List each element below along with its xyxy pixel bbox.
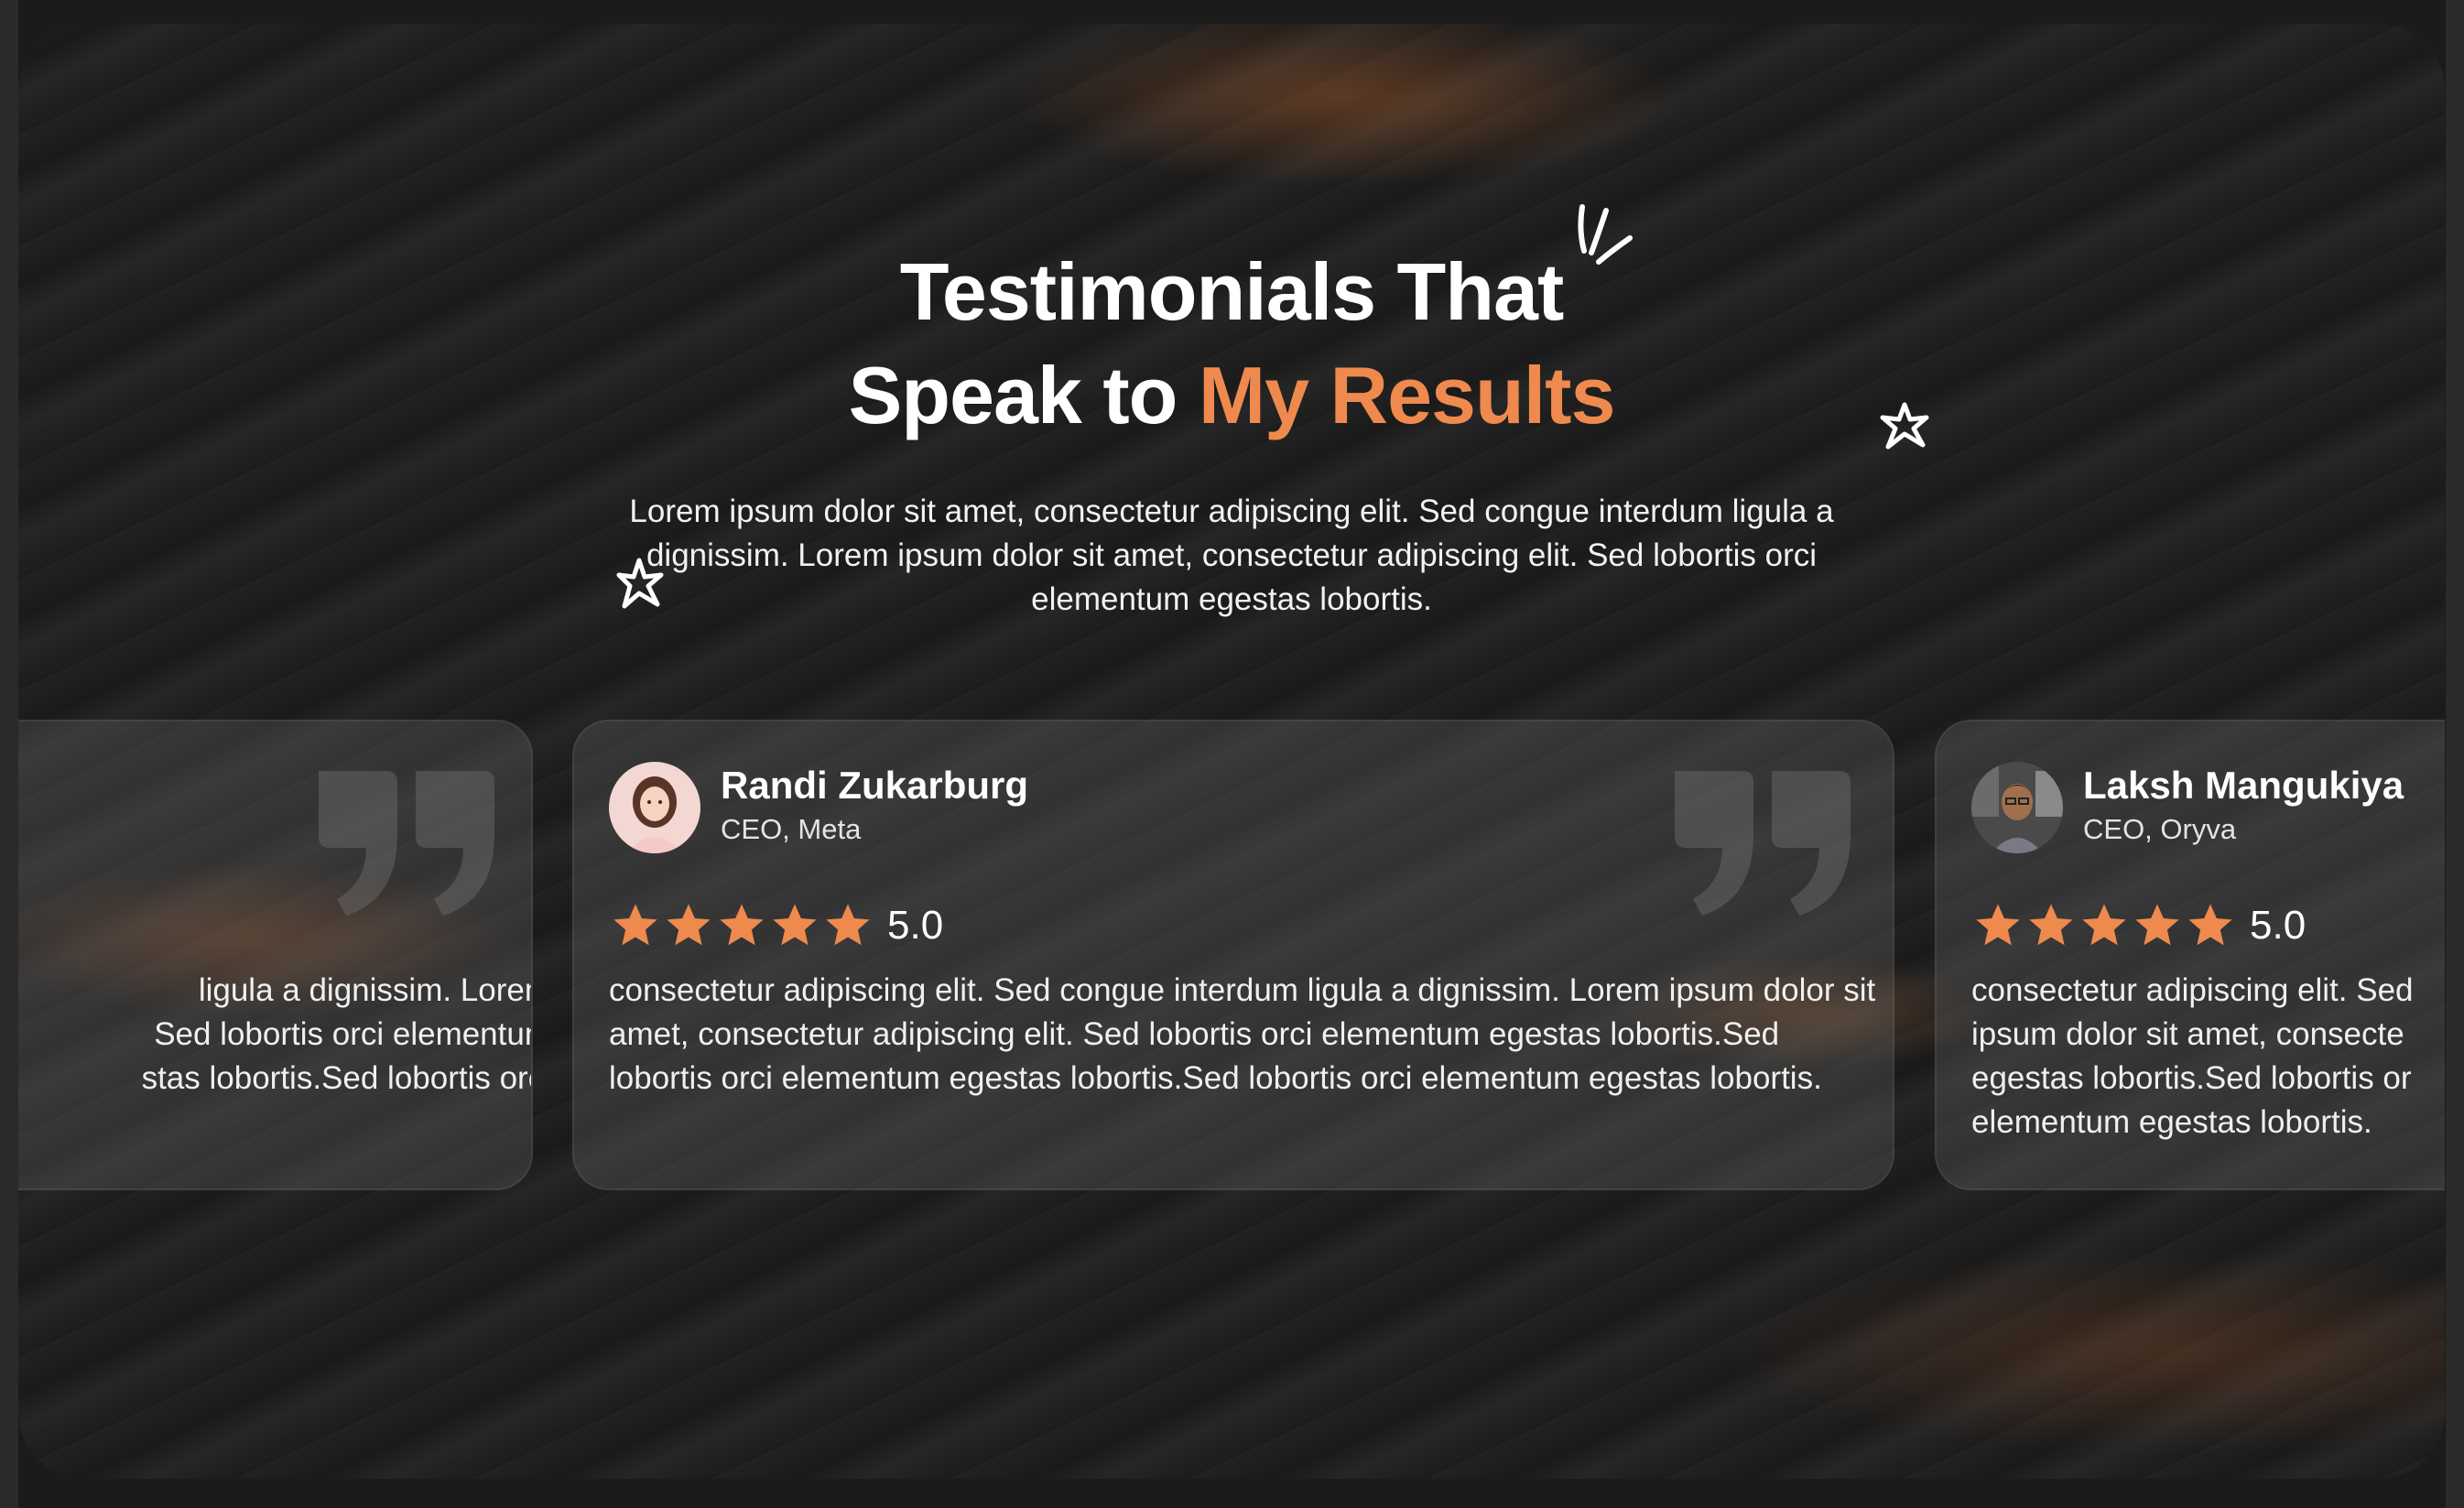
avatar — [609, 762, 700, 853]
right-window-edge — [2446, 0, 2464, 1508]
sparkle-star-icon — [1880, 402, 1929, 450]
star-icon — [2188, 904, 2232, 946]
reviewer-role: CEO, Meta — [721, 813, 862, 845]
woman-portrait-avatar-icon — [609, 762, 700, 853]
star-icon — [1976, 904, 2020, 946]
star-icon — [667, 904, 711, 946]
testimonial-card[interactable]: Randi Zukarburg CEO, Meta 5.0 consectetu… — [572, 720, 1894, 1190]
quote-mark-icon — [1675, 771, 1851, 916]
man-portrait-avatar-icon — [1971, 762, 2063, 853]
accent-lines-icon — [1578, 204, 1633, 265]
star-rating: 5.0 — [1971, 900, 2306, 951]
testimonial-card[interactable]: ligula a dignissim. Lorem Sed lobortis o… — [18, 720, 533, 1190]
testimonial-body: ligula a dignissim. Lorem Sed lobortis o… — [141, 972, 533, 1096]
reviewer-name: Randi Zukarburg — [721, 764, 1029, 807]
testimonials-section: Testimonials That Speak to My Results Lo… — [18, 24, 2445, 1479]
reviewer-role: CEO, Oryva — [2083, 813, 2237, 845]
rating-value: 5.0 — [887, 903, 944, 948]
star-icon — [826, 904, 870, 946]
avatar — [1971, 762, 2063, 853]
reviewer-name: Laksh Mangukiya — [2083, 764, 2404, 807]
star-icon — [2082, 904, 2126, 946]
star-icon — [720, 904, 764, 946]
star-icon — [773, 904, 817, 946]
heading-line2-plain: Speak to — [848, 350, 1178, 440]
heading-line2-accent: My Results — [1198, 350, 1616, 440]
testimonial-body: consectetur adipiscing elit. Sed ipsum d… — [1971, 972, 2414, 1140]
left-window-edge — [0, 0, 18, 1508]
star-rating: 5.0 — [609, 900, 943, 951]
testimonial-body: consectetur adipiscing elit. Sed congue … — [609, 972, 1876, 1096]
rating-value: 5.0 — [2250, 903, 2307, 948]
section-description: Lorem ipsum dolor sit amet, consectetur … — [629, 494, 1834, 617]
quote-mark-icon — [319, 771, 494, 916]
section-heading: Testimonials That Speak to My Results — [18, 240, 2445, 447]
sparkle-star-icon — [616, 558, 664, 609]
heading-line1: Testimonials That — [899, 246, 1565, 337]
star-icon — [613, 904, 657, 946]
testimonial-card[interactable]: Laksh Mangukiya CEO, Oryva 5.0 consectet… — [1935, 720, 2445, 1190]
star-icon — [2029, 904, 2073, 946]
star-icon — [2135, 904, 2179, 946]
